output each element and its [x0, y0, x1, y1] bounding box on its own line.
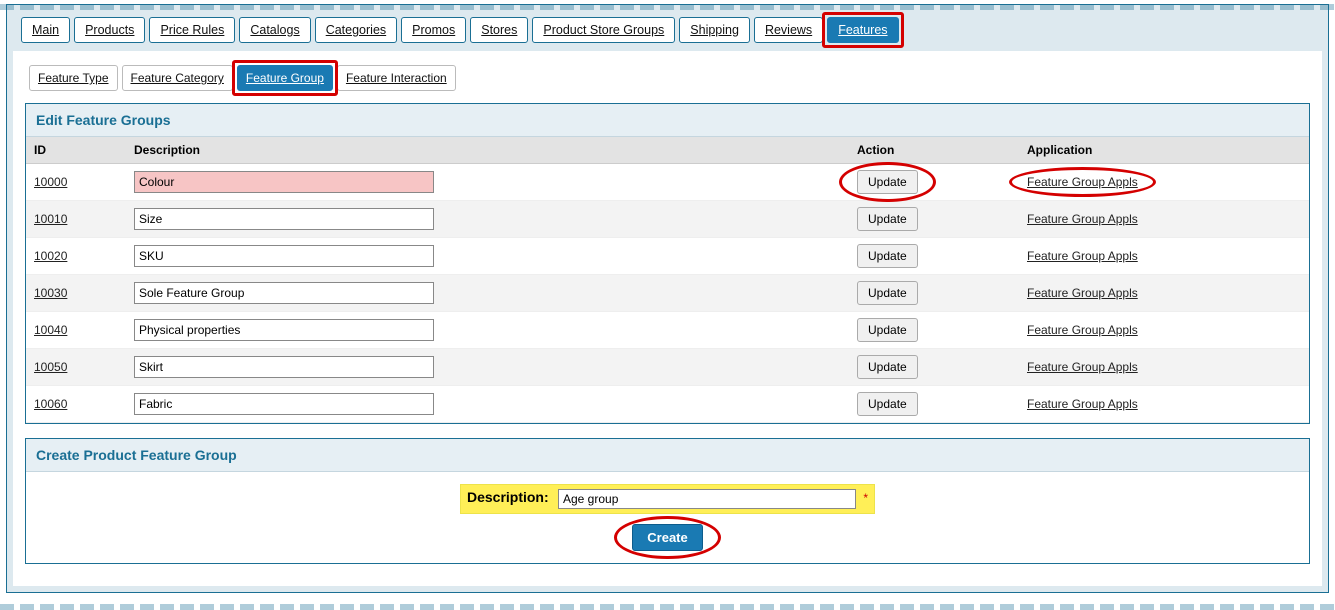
- table-row: 10000 Update Feature Group Appls: [26, 164, 1309, 201]
- subnav-tab-feature-category[interactable]: Feature Category: [122, 65, 233, 91]
- update-button[interactable]: Update: [857, 318, 918, 342]
- table-row: 10040 Update Feature Group Appls: [26, 312, 1309, 349]
- nav-tab-categories[interactable]: Categories: [315, 17, 397, 43]
- subnav-tab-feature-type[interactable]: Feature Type: [29, 65, 118, 91]
- top-nav-tabs: MainProductsPrice RulesCatalogsCategorie…: [13, 11, 1322, 51]
- col-application: Application: [1019, 137, 1309, 164]
- edit-feature-groups-panel: Edit Feature Groups ID Description Actio…: [25, 103, 1310, 424]
- col-action: Action: [849, 137, 1019, 164]
- create-feature-group-panel: Create Product Feature Group Description…: [25, 438, 1310, 564]
- feature-group-appls-link[interactable]: Feature Group Appls: [1027, 175, 1138, 189]
- main-container: MainProductsPrice RulesCatalogsCategorie…: [6, 4, 1329, 593]
- sub-container: Feature TypeFeature CategoryFeature Grou…: [13, 51, 1322, 586]
- feature-group-appls-link[interactable]: Feature Group Appls: [1027, 397, 1138, 411]
- feature-group-appls-link[interactable]: Feature Group Appls: [1027, 323, 1138, 337]
- table-row: 10050 Update Feature Group Appls: [26, 349, 1309, 386]
- col-description: Description: [126, 137, 849, 164]
- feature-group-id-link[interactable]: 10060: [34, 397, 67, 411]
- feature-group-id-link[interactable]: 10030: [34, 286, 67, 300]
- update-button[interactable]: Update: [857, 392, 918, 416]
- feature-groups-table: ID Description Action Application 10000 U…: [26, 137, 1309, 423]
- update-button[interactable]: Update: [857, 281, 918, 305]
- update-button[interactable]: Update: [857, 244, 918, 268]
- table-row: 10010 Update Feature Group Appls: [26, 201, 1309, 238]
- create-description-label: Description:: [467, 489, 549, 505]
- nav-tab-shipping[interactable]: Shipping: [679, 17, 750, 43]
- nav-tab-catalogs[interactable]: Catalogs: [239, 17, 310, 43]
- description-input[interactable]: [134, 208, 434, 230]
- description-input[interactable]: [134, 245, 434, 267]
- feature-group-id-link[interactable]: 10010: [34, 212, 67, 226]
- description-input[interactable]: [134, 282, 434, 304]
- feature-group-id-link[interactable]: 10050: [34, 360, 67, 374]
- feature-group-appls-link[interactable]: Feature Group Appls: [1027, 360, 1138, 374]
- nav-tab-main[interactable]: Main: [21, 17, 70, 43]
- nav-tab-stores[interactable]: Stores: [470, 17, 528, 43]
- nav-tab-product-store-groups[interactable]: Product Store Groups: [532, 17, 675, 43]
- nav-tab-products[interactable]: Products: [74, 17, 145, 43]
- update-button[interactable]: Update: [857, 355, 918, 379]
- description-input[interactable]: [134, 356, 434, 378]
- update-button[interactable]: Update: [857, 207, 918, 231]
- table-row: 10030 Update Feature Group Appls: [26, 275, 1309, 312]
- nav-tab-reviews[interactable]: Reviews: [754, 17, 823, 43]
- create-description-input[interactable]: [558, 489, 856, 509]
- description-input[interactable]: [134, 171, 434, 193]
- torn-edge-bottom: [0, 604, 1335, 610]
- create-button[interactable]: Create: [632, 524, 702, 551]
- create-panel-body: Description: * Create: [26, 472, 1309, 563]
- sub-nav-tabs: Feature TypeFeature CategoryFeature Grou…: [21, 59, 1314, 103]
- subnav-tab-feature-group[interactable]: Feature Group: [237, 65, 333, 91]
- torn-edge-top: [0, 4, 1335, 10]
- required-marker: *: [863, 491, 868, 505]
- feature-group-appls-link[interactable]: Feature Group Appls: [1027, 212, 1138, 226]
- feature-group-appls-link[interactable]: Feature Group Appls: [1027, 286, 1138, 300]
- nav-tab-promos[interactable]: Promos: [401, 17, 466, 43]
- edit-panel-title: Edit Feature Groups: [26, 104, 1309, 137]
- create-description-row: Description: *: [460, 484, 875, 514]
- table-row: 10060 Update Feature Group Appls: [26, 386, 1309, 423]
- feature-group-id-link[interactable]: 10020: [34, 249, 67, 263]
- subnav-tab-feature-interaction[interactable]: Feature Interaction: [337, 65, 456, 91]
- nav-tab-features[interactable]: Features: [827, 17, 898, 43]
- table-row: 10020 Update Feature Group Appls: [26, 238, 1309, 275]
- description-input[interactable]: [134, 393, 434, 415]
- description-input[interactable]: [134, 319, 434, 341]
- nav-tab-price-rules[interactable]: Price Rules: [149, 17, 235, 43]
- feature-group-id-link[interactable]: 10000: [34, 175, 67, 189]
- update-button[interactable]: Update: [857, 170, 918, 194]
- feature-group-appls-link[interactable]: Feature Group Appls: [1027, 249, 1138, 263]
- create-panel-title: Create Product Feature Group: [26, 439, 1309, 472]
- col-id: ID: [26, 137, 126, 164]
- feature-group-id-link[interactable]: 10040: [34, 323, 67, 337]
